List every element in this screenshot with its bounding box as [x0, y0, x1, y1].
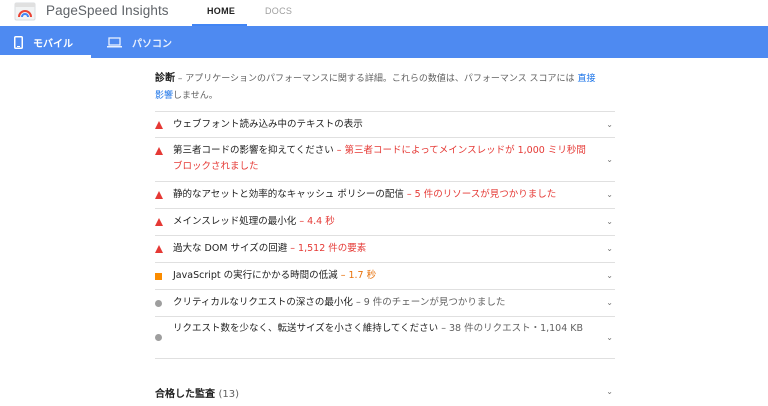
impact-link[interactable]: 影響 — [155, 91, 173, 101]
audit-row[interactable]: 静的なアセットと効率的なキャッシュ ポリシーの配信 – 5 件のリソースが見つか… — [155, 182, 615, 209]
passed-audits-count: (13) — [218, 389, 240, 400]
fail-triangle-icon — [155, 191, 163, 199]
audit-row[interactable]: JavaScript の実行にかかる時間の低減 – 1.7 秒 ⌄ — [155, 263, 615, 290]
audit-title: JavaScript の実行にかかる時間の低減 — [173, 270, 338, 281]
info-circle-icon — [155, 300, 162, 307]
chevron-down-icon[interactable]: ⌄ — [606, 387, 613, 396]
diagnostics-description-end: しません。 — [173, 91, 218, 101]
diagnostics-description: – アプリケーションのパフォーマンスに関する詳細。これらの数値は、パフォーマンス… — [177, 74, 575, 84]
audit-detail: – 9 件のチェーンが見つかりました — [355, 297, 506, 308]
passed-audits-header[interactable]: 合格した監査 (13) ⌄ — [155, 385, 615, 400]
average-square-icon — [155, 273, 162, 280]
chevron-down-icon[interactable]: ⌄ — [606, 214, 613, 230]
audit-row[interactable]: 過大な DOM サイズの回避 – 1,512 件の要素 ⌄ — [155, 236, 615, 263]
audit-row[interactable]: 第三者コードの影響を抑えてください – 第三者コードによってメインスレッドが 1… — [155, 138, 615, 182]
diagnostics-section: 診断 – アプリケーションのパフォーマンスに関する詳細。これらの数値は、パフォー… — [155, 70, 615, 359]
device-tab-bar: モバイル パソコン — [0, 26, 768, 58]
audit-detail: – 1.7 秒 — [340, 270, 377, 281]
fail-triangle-icon — [155, 218, 163, 226]
audit-detail: – 4.4 秒 — [299, 216, 335, 227]
chevron-down-icon[interactable]: ⌄ — [606, 330, 613, 346]
tab-desktop[interactable]: パソコン — [107, 26, 172, 58]
fail-triangle-icon — [155, 121, 163, 129]
diagnostics-title: 診断 — [155, 73, 175, 84]
tab-home[interactable]: HOME — [207, 6, 235, 16]
audit-title: 第三者コードの影響を抑えてください — [173, 145, 334, 156]
fail-triangle-icon — [155, 147, 163, 155]
audit-row[interactable]: リクエスト数を少なく、転送サイズを小さく維持してください – 38 件のリクエス… — [155, 317, 615, 359]
brand-title[interactable]: PageSpeed Insights — [46, 3, 169, 18]
pagespeed-logo-icon — [14, 2, 36, 21]
audit-detail: – 1,512 件の要素 — [290, 243, 367, 254]
fail-triangle-icon — [155, 245, 163, 253]
audit-title: クリティカルなリクエストの深さの最小化 — [173, 297, 353, 308]
audit-detail: – 5 件のリソースが見つかりました — [406, 189, 557, 200]
tab-desktop-label: パソコン — [132, 38, 172, 50]
chevron-down-icon[interactable]: ⌄ — [606, 241, 613, 257]
diagnostics-intro: 診断 – アプリケーションのパフォーマンスに関する詳細。これらの数値は、パフォー… — [155, 70, 615, 105]
passed-audits-title: 合格した監査 — [155, 389, 215, 400]
audit-title: 過大な DOM サイズの回避 — [173, 243, 288, 254]
audit-title: 静的なアセットと効率的なキャッシュ ポリシーの配信 — [173, 189, 404, 200]
direct-link[interactable]: 直接 — [577, 74, 595, 84]
tab-mobile[interactable]: モバイル — [14, 26, 73, 58]
chevron-down-icon[interactable]: ⌄ — [606, 187, 613, 203]
chevron-down-icon[interactable]: ⌄ — [606, 295, 613, 311]
audit-title: メインスレッド処理の最小化 — [173, 216, 297, 227]
chevron-down-icon[interactable]: ⌄ — [606, 117, 613, 133]
top-header: PageSpeed Insights HOME DOCS — [0, 0, 768, 26]
info-circle-icon — [155, 334, 162, 341]
audit-row[interactable]: クリティカルなリクエストの深さの最小化 – 9 件のチェーンが見つかりました ⌄ — [155, 290, 615, 317]
chevron-down-icon[interactable]: ⌄ — [606, 152, 613, 168]
chevron-down-icon[interactable]: ⌄ — [606, 268, 613, 284]
tab-mobile-indicator — [0, 55, 91, 58]
tab-docs[interactable]: DOCS — [265, 6, 292, 16]
audit-title: ウェブフォント読み込み中のテキストの表示 — [173, 119, 363, 130]
mobile-icon — [14, 35, 23, 49]
audit-title: リクエスト数を少なく、転送サイズを小さく維持してください — [173, 323, 439, 334]
audit-detail: – 38 件のリクエスト・1,104 KB — [441, 323, 584, 334]
audit-row[interactable]: メインスレッド処理の最小化 – 4.4 秒 ⌄ — [155, 209, 615, 236]
audit-row[interactable]: ウェブフォント読み込み中のテキストの表示 ⌄ — [155, 111, 615, 138]
laptop-icon — [107, 36, 122, 47]
tab-mobile-label: モバイル — [33, 38, 73, 50]
